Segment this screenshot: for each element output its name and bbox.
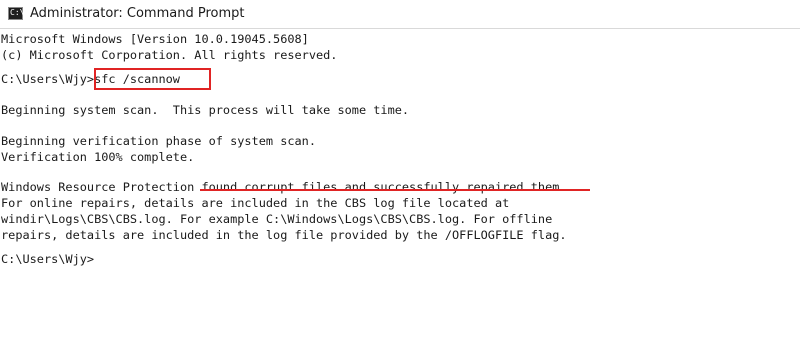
- console-line-scan-start: Beginning system scan. This process will…: [1, 103, 410, 117]
- console-line-version: Microsoft Windows [Version 10.0.19045.56…: [1, 32, 309, 46]
- console-line-prompt: C:\Users\Wjy>: [1, 252, 95, 266]
- console-line-copyright: (c) Microsoft Corporation. All rights re…: [1, 48, 338, 62]
- cmd-icon: C:\: [8, 7, 25, 20]
- title-bar[interactable]: C:\ Administrator: Command Prompt: [0, 0, 800, 29]
- console-line-online-repairs: For online repairs, details are included…: [1, 196, 510, 210]
- cmd-icon-glyph: C:\: [10, 8, 25, 17]
- console-output[interactable]: Microsoft Windows [Version 10.0.19045.56…: [0, 29, 800, 354]
- result-highlight-underline: [200, 189, 590, 191]
- command-highlight-box: [94, 68, 211, 90]
- console-line-verification-complete: Verification 100% complete.: [1, 150, 195, 164]
- console-line-offline-repairs: repairs, details are included in the log…: [1, 228, 567, 242]
- command-prompt-window: C:\ Administrator: Command Prompt Micros…: [0, 0, 800, 354]
- window-title: Administrator: Command Prompt: [30, 6, 245, 21]
- console-line-verification-phase: Beginning verification phase of system s…: [1, 134, 316, 148]
- console-line-result: Windows Resource Protection found corrup…: [1, 180, 567, 194]
- console-line-log-path: windir\Logs\CBS\CBS.log. For example C:\…: [1, 212, 553, 226]
